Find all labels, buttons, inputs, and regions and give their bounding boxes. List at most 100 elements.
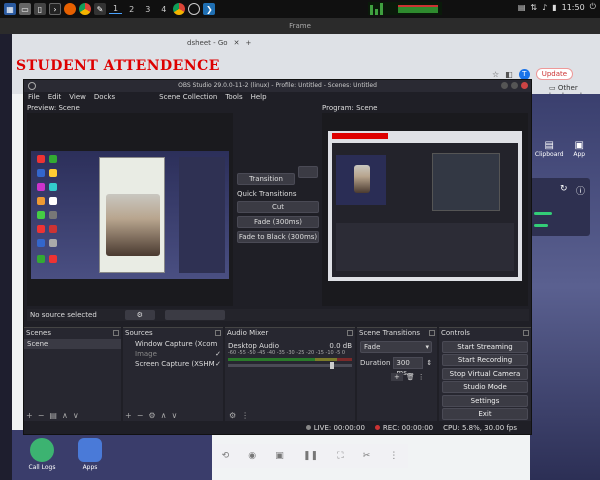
- volume-slider[interactable]: [228, 362, 352, 369]
- app-tool[interactable]: ▣ App: [573, 140, 585, 170]
- preview-canvas[interactable]: [27, 113, 233, 306]
- menu-help[interactable]: Help: [251, 93, 267, 101]
- editor-icon[interactable]: ✎: [94, 3, 106, 15]
- call-logs-app[interactable]: Call Logs: [22, 438, 62, 471]
- remove-transition-icon[interactable]: 🗑: [406, 373, 415, 381]
- settings-button[interactable]: Settings: [442, 394, 528, 407]
- clipboard-tool[interactable]: ▤ Clipboard: [535, 140, 564, 170]
- scenes-undock-icon[interactable]: [113, 330, 119, 336]
- menu-edit[interactable]: Edit: [48, 93, 62, 101]
- source-settings-icon[interactable]: ⚙: [148, 411, 155, 420]
- add-transition-icon[interactable]: +: [391, 373, 403, 381]
- scene-transitions-dock: Scene Transitions Fade▾ Duration 300 ms …: [357, 327, 437, 423]
- scene-item[interactable]: Scene: [24, 339, 121, 349]
- sources-undock-icon[interactable]: [215, 330, 221, 336]
- workspace-1[interactable]: 1: [109, 4, 123, 14]
- controls-undock-icon[interactable]: [523, 330, 529, 336]
- move-up-icon[interactable]: ∧: [161, 411, 167, 420]
- close-icon[interactable]: [521, 82, 528, 89]
- remove-source-icon[interactable]: −: [137, 411, 144, 420]
- taskbar-clock[interactable]: 11:50: [562, 3, 585, 12]
- transitions-undock-icon[interactable]: [429, 330, 435, 336]
- source-item[interactable]: Window Capture (Xcom ✓: [123, 339, 223, 358]
- duration-stepper-icon[interactable]: ⇕: [426, 359, 432, 367]
- transition-button[interactable]: Transition: [237, 173, 295, 185]
- source-item[interactable]: Image: [123, 349, 223, 359]
- workspace-2[interactable]: 2: [125, 5, 138, 14]
- mixer-undock-icon[interactable]: [347, 330, 353, 336]
- network-icon[interactable]: ⇅: [530, 3, 537, 12]
- transition-extra-button[interactable]: [297, 166, 318, 178]
- source-properties-button[interactable]: ⚙: [124, 310, 155, 320]
- menu-view[interactable]: View: [69, 93, 86, 101]
- studio-mode-button[interactable]: Studio Mode: [442, 381, 528, 393]
- cut-button[interactable]: Cut: [237, 201, 319, 213]
- mixer-settings-icon[interactable]: ⚙: [229, 411, 236, 420]
- refresh-icon[interactable]: ↻: [560, 184, 568, 194]
- chrome-tab-title[interactable]: dsheet - Go: [187, 39, 228, 47]
- files-icon[interactable]: ▭: [19, 3, 31, 15]
- move-down-icon[interactable]: ∨: [171, 411, 177, 420]
- transition-column: Transition Quick Transitions Cut Fade (3…: [237, 166, 319, 246]
- menu-tools[interactable]: Tools: [225, 93, 242, 101]
- app-menu-icon[interactable]: ▦: [4, 3, 16, 15]
- start-recording-button[interactable]: Start Recording: [442, 354, 528, 366]
- new-tab-icon[interactable]: +: [245, 39, 251, 47]
- remove-scene-icon[interactable]: −: [38, 411, 45, 420]
- obs-window-icon[interactable]: [188, 3, 201, 15]
- menu-file[interactable]: File: [28, 93, 40, 101]
- exit-button[interactable]: Exit: [442, 408, 528, 420]
- source-filters-button[interactable]: [164, 310, 225, 320]
- close-tab-icon[interactable]: ✕: [234, 39, 240, 47]
- update-button[interactable]: Update: [535, 68, 574, 80]
- visibility-icon[interactable]: ◉: [248, 451, 256, 461]
- visible-check-icon[interactable]: ✓: [215, 359, 223, 369]
- scene-filter-icon[interactable]: ▤: [49, 411, 57, 420]
- menu-docks[interactable]: Docks: [94, 93, 115, 101]
- battery-icon: ▮: [552, 2, 557, 12]
- folder-icon[interactable]: ▯: [34, 3, 46, 15]
- extension-icon[interactable]: ◧: [505, 70, 513, 79]
- visible-check-icon[interactable]: ✓: [215, 349, 223, 359]
- chrome-icon[interactable]: [79, 3, 91, 15]
- workspace-4[interactable]: 4: [157, 5, 170, 14]
- star-icon[interactable]: ☆: [492, 70, 499, 79]
- rotate-icon[interactable]: ⟲: [222, 451, 230, 461]
- move-down-icon[interactable]: ∨: [73, 411, 79, 420]
- minimize-icon[interactable]: [501, 82, 508, 89]
- call-logs-label: Call Logs: [28, 464, 56, 471]
- menu-scene-collection[interactable]: Scene Collection: [159, 93, 217, 101]
- fullscreen-icon[interactable]: ⛶: [337, 451, 343, 461]
- mixer-menu-icon[interactable]: ⋮: [241, 411, 249, 420]
- transition-select[interactable]: Fade ▾: [360, 341, 432, 353]
- pause-icon[interactable]: ❚❚: [303, 451, 318, 461]
- info-icon[interactable]: ⓘ: [576, 184, 585, 197]
- fade-button[interactable]: Fade (300ms): [237, 216, 319, 228]
- clipboard-label: Clipboard: [534, 151, 564, 158]
- add-source-icon[interactable]: +: [125, 411, 132, 420]
- apps-launcher[interactable]: Apps: [70, 438, 110, 471]
- transition-menu-icon[interactable]: ⋮: [418, 373, 425, 381]
- workspace-3[interactable]: 3: [141, 5, 154, 14]
- stop-virtual-camera-button[interactable]: Stop Virtual Camera: [442, 367, 528, 380]
- move-up-icon[interactable]: ∧: [62, 411, 68, 420]
- volume-slider-handle[interactable]: [330, 362, 334, 369]
- vscode-window-icon[interactable]: ❯: [203, 3, 216, 15]
- profile-avatar[interactable]: T: [518, 68, 530, 80]
- power-icon[interactable]: ⏻: [590, 2, 596, 12]
- fade-to-black-button[interactable]: Fade to Black (300ms): [237, 231, 319, 243]
- clipboard-icon[interactable]: ▤: [518, 3, 526, 12]
- source-item[interactable]: Screen Capture (XSHM ✓: [123, 359, 223, 369]
- firefox-icon[interactable]: [64, 3, 76, 15]
- duration-input[interactable]: 300 ms: [393, 357, 424, 377]
- add-scene-icon[interactable]: +: [26, 411, 33, 420]
- chrome-window-icon[interactable]: [173, 3, 186, 15]
- more-icon[interactable]: ⋮: [389, 451, 398, 461]
- start-streaming-button[interactable]: Start Streaming: [442, 340, 528, 353]
- terminal-icon[interactable]: ›: [49, 3, 61, 15]
- rec-time: REC: 00:00:00: [382, 423, 434, 432]
- tools-icon[interactable]: ✂: [363, 451, 371, 461]
- camera-icon[interactable]: ▣: [275, 451, 284, 461]
- maximize-icon[interactable]: [511, 82, 518, 89]
- volume-icon[interactable]: ♪: [542, 3, 547, 12]
